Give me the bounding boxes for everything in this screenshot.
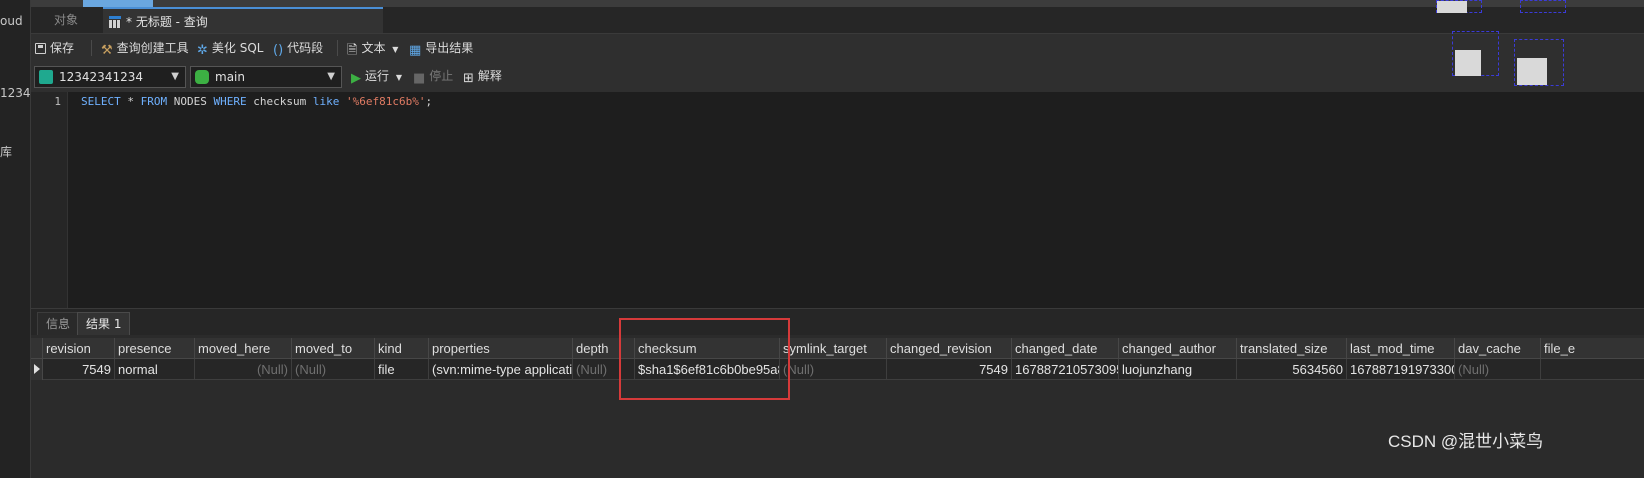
- magic-wand-icon: ✲: [197, 43, 208, 58]
- hammer-icon: ⚒: [101, 43, 113, 58]
- tab-query[interactable]: * 无标题 - 查询: [103, 7, 383, 33]
- sql-string: '%6ef81c6b%': [345, 95, 426, 108]
- toolbar-divider: [91, 40, 92, 56]
- column-header-changed-author[interactable]: changed_author: [1119, 338, 1237, 359]
- connection-select[interactable]: 12342341234 ▼: [34, 66, 186, 88]
- text-format-button[interactable]: 🗎 文本 ▼: [347, 39, 399, 58]
- beautify-sql-button[interactable]: ✲ 美化 SQL: [197, 39, 263, 58]
- code-brackets-icon: (): [273, 43, 284, 58]
- grid-corner: [31, 338, 43, 359]
- document-icon: 🗎: [347, 43, 358, 58]
- query-builder-button[interactable]: ⚒ 查询创建工具: [101, 39, 189, 58]
- save-icon: [35, 43, 46, 54]
- column-header-moved-here[interactable]: moved_here: [195, 338, 292, 359]
- nav-item-database[interactable]: 库: [0, 143, 12, 160]
- chevron-down-icon: ▼: [392, 45, 399, 54]
- cell-moved-here[interactable]: (Null): [195, 359, 292, 380]
- line-number-gutter: 1: [31, 92, 68, 308]
- sql-keyword: FROM: [140, 95, 168, 108]
- current-row-marker[interactable]: [31, 359, 43, 380]
- stop-icon: ■: [413, 71, 426, 86]
- column-header-changed-revision[interactable]: changed_revision: [887, 338, 1012, 359]
- cell-file-ext[interactable]: [1541, 359, 1644, 380]
- cell-revision[interactable]: 7549: [43, 359, 115, 380]
- column-header-translated-size[interactable]: translated_size: [1237, 338, 1347, 359]
- sql-keyword: like: [312, 95, 340, 108]
- tab-bar: 对象 * 无标题 - 查询: [31, 7, 1644, 34]
- cell-kind[interactable]: file: [375, 359, 429, 380]
- watermark: CSDN @混世小菜鸟: [1388, 432, 1544, 451]
- explain-tree-icon: ⊞: [463, 71, 474, 86]
- sql-code-line[interactable]: SELECT * FROM NODES WHERE checksum like …: [81, 95, 432, 108]
- column-header-file-ext[interactable]: file_e: [1541, 338, 1644, 359]
- export-table-icon: ▦: [409, 43, 422, 58]
- query-table-icon: [109, 16, 121, 28]
- save-button[interactable]: 保存: [35, 39, 74, 57]
- dashed-frame: [1452, 31, 1499, 76]
- sql-text: NODES: [167, 95, 214, 108]
- cell-changed-revision[interactable]: 7549: [887, 359, 1012, 380]
- cell-presence[interactable]: normal: [115, 359, 195, 380]
- checksum-highlight-box: [619, 318, 790, 400]
- column-header-symlink-target[interactable]: symlink_target: [780, 338, 887, 359]
- left-navigator-strip: oud 1234 库: [0, 0, 31, 478]
- cell-changed-author[interactable]: luojunzhang: [1119, 359, 1237, 380]
- query-toolbar: 保存 ⚒ 查询创建工具 ✲ 美化 SQL () 代码段 🗎 文本 ▼ ▦ 导出结果: [31, 34, 1644, 62]
- sql-text: *: [120, 95, 141, 108]
- result-tab-bar: 信息 结果 1: [31, 308, 1644, 336]
- cell-moved-to[interactable]: (Null): [292, 359, 375, 380]
- toolbar-divider: [337, 40, 338, 56]
- dashed-frame: [1436, 0, 1482, 13]
- column-header-moved-to[interactable]: moved_to: [292, 338, 375, 359]
- column-header-changed-date[interactable]: changed_date: [1012, 338, 1119, 359]
- tab-info[interactable]: 信息: [37, 312, 80, 335]
- sql-keyword: WHERE: [213, 95, 247, 108]
- sql-keyword: SELECT: [81, 95, 121, 108]
- tab-result-1[interactable]: 结果 1: [77, 312, 131, 335]
- column-header-properties[interactable]: properties: [429, 338, 573, 359]
- tab-objects[interactable]: 对象: [31, 7, 101, 33]
- tab-query-label: * 无标题 - 查询: [126, 15, 208, 29]
- database-icon: [195, 70, 209, 84]
- chevron-down-icon: ▼: [395, 73, 402, 82]
- chevron-down-icon: ▼: [171, 71, 179, 82]
- cell-last-mod-time[interactable]: 1678871919733000: [1347, 359, 1455, 380]
- top-strip: [31, 0, 1644, 7]
- connection-toolbar: 12342341234 ▼ main ▼ ▶ 运行 ▼ ■ 停止 ⊞ 解释: [31, 62, 1644, 92]
- explain-button[interactable]: ⊞ 解释: [463, 67, 502, 86]
- play-icon: ▶: [351, 71, 361, 86]
- nav-item-cloud[interactable]: oud: [0, 14, 23, 28]
- dashed-frame: [1520, 0, 1566, 13]
- sql-text: ;: [425, 95, 433, 108]
- cell-translated-size[interactable]: 5634560: [1237, 359, 1347, 380]
- connection-leaf-icon: [39, 70, 53, 84]
- sql-text: checksum: [246, 95, 313, 108]
- cell-properties[interactable]: (svn:mime-type applicatio: [429, 359, 573, 380]
- column-header-last-mod-time[interactable]: last_mod_time: [1347, 338, 1455, 359]
- column-header-dav-cache[interactable]: dav_cache: [1455, 338, 1541, 359]
- column-header-revision[interactable]: revision: [43, 338, 115, 359]
- cell-symlink-target[interactable]: (Null): [780, 359, 887, 380]
- chevron-down-icon: ▼: [327, 71, 335, 82]
- database-select[interactable]: main ▼: [190, 66, 342, 88]
- line-number: 1: [54, 95, 61, 108]
- column-header-presence[interactable]: presence: [115, 338, 195, 359]
- cell-changed-date[interactable]: 1678872105730951: [1012, 359, 1119, 380]
- code-snippet-button[interactable]: () 代码段: [273, 39, 323, 58]
- column-header-kind[interactable]: kind: [375, 338, 429, 359]
- run-button[interactable]: ▶ 运行 ▼: [351, 67, 402, 86]
- export-result-button[interactable]: ▦ 导出结果: [409, 39, 473, 58]
- nav-item-connection[interactable]: 1234: [0, 86, 31, 100]
- stop-button[interactable]: ■ 停止: [413, 67, 453, 86]
- dashed-frame: [1514, 39, 1564, 86]
- active-indicator: [83, 0, 153, 7]
- cell-dav-cache[interactable]: (Null): [1455, 359, 1541, 380]
- sql-editor[interactable]: [31, 92, 1644, 308]
